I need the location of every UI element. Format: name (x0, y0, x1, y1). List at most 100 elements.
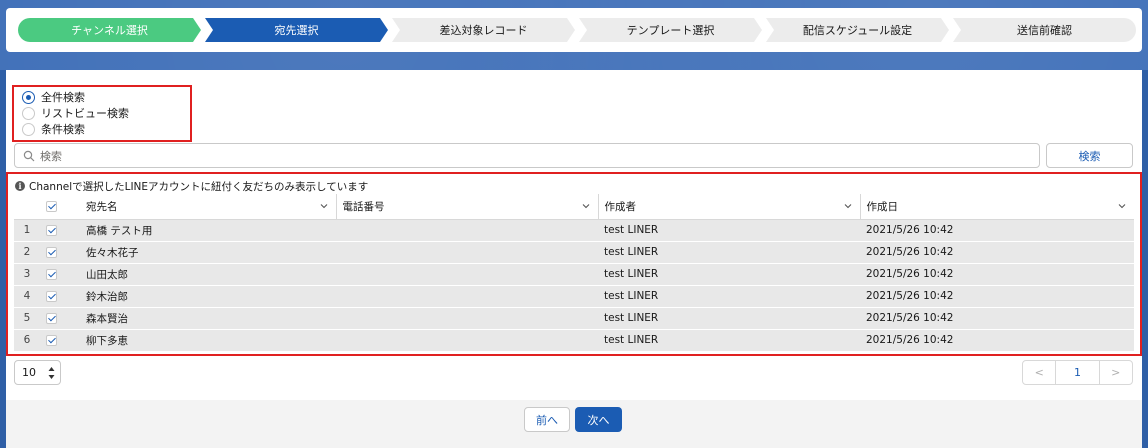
column-label: 作成日 (866, 200, 899, 213)
column-header-owner[interactable]: 作成者 (597, 194, 860, 220)
table-notice: i Channelで選択したLINEアカウントに紐付く友だちのみ表示しています (15, 179, 368, 193)
cell-owner: test LINER (598, 219, 860, 242)
next-button[interactable]: 次へ (575, 407, 622, 432)
row-number: 2 (14, 241, 40, 264)
next-page-button[interactable]: > (1100, 361, 1132, 384)
cell-created: 2021/5/26 10:42 (860, 263, 1134, 286)
info-icon: i (15, 181, 25, 191)
row-checkbox[interactable] (46, 224, 57, 236)
cell-created: 2021/5/26 10:42 (860, 219, 1134, 242)
select-all-checkbox[interactable] (46, 200, 57, 212)
chevron-down-icon[interactable] (844, 202, 852, 210)
scope-option-label: 条件検索 (41, 123, 85, 136)
progress-path-card: チャンネル選択 宛先選択 差込対象レコード テンプレート選択 配信スケジュール設… (6, 8, 1142, 52)
cell-created: 2021/5/26 10:42 (860, 329, 1134, 352)
scope-option-condition[interactable]: 条件検索 (22, 121, 85, 137)
row-checkbox[interactable] (46, 334, 57, 346)
cell-created: 2021/5/26 10:42 (860, 285, 1134, 308)
recipient-table: 宛先名 電話番号 作成者 作成日 1 高橋 テスト用 test LINER 20… (14, 194, 1134, 352)
cell-phone (336, 285, 598, 308)
page-size-stepper[interactable]: 10 (14, 360, 61, 385)
cell-name: 高橋 テスト用 (80, 219, 336, 242)
search-scope-group: 全件検索 リストビュー検索 条件検索 (12, 85, 192, 142)
cell-created: 2021/5/26 10:42 (860, 241, 1134, 264)
current-page[interactable]: 1 (1055, 361, 1100, 384)
row-number: 1 (14, 219, 40, 242)
cell-created: 2021/5/26 10:42 (860, 307, 1134, 330)
table-row[interactable]: 1 高橋 テスト用 test LINER 2021/5/26 10:42 (14, 219, 1134, 242)
step-merge-records[interactable]: 差込対象レコード (392, 18, 575, 42)
prev-page-button[interactable]: < (1023, 361, 1055, 384)
cell-owner: test LINER (598, 263, 860, 286)
row-number: 5 (14, 307, 40, 330)
scope-option-listview[interactable]: リストビュー検索 (22, 105, 129, 121)
search-button[interactable]: 検索 (1046, 143, 1133, 168)
row-number: 3 (14, 263, 40, 286)
row-checkbox[interactable] (46, 246, 57, 258)
step-schedule-setting[interactable]: 配信スケジュール設定 (766, 18, 949, 42)
column-label: 宛先名 (86, 200, 118, 213)
radio-unselected[interactable] (22, 106, 35, 120)
search-icon (23, 150, 35, 162)
scope-option-all[interactable]: 全件検索 (22, 89, 85, 105)
header-row-number (14, 194, 40, 220)
column-header-name[interactable]: 宛先名 (80, 194, 336, 220)
cell-phone (336, 263, 598, 286)
footer-bar: 前へ 次へ (6, 400, 1142, 448)
row-select-cell[interactable] (40, 263, 80, 286)
cell-name: 鈴木治郎 (80, 285, 336, 308)
scope-option-label: 全件検索 (41, 91, 85, 104)
cell-name: 山田太郎 (80, 263, 336, 286)
table-row[interactable]: 6 柳下多恵 test LINER 2021/5/26 10:42 (14, 329, 1134, 352)
row-number: 4 (14, 285, 40, 308)
notice-text: Channelで選択したLINEアカウントに紐付く友だちのみ表示しています (29, 180, 369, 193)
step-template-select[interactable]: テンプレート選択 (579, 18, 762, 42)
column-label: 作成者 (604, 200, 637, 213)
step-recipient-select[interactable]: 宛先選択 (205, 18, 388, 42)
cell-phone (336, 241, 598, 264)
table-header-row: 宛先名 電話番号 作成者 作成日 (14, 194, 1134, 220)
cell-phone (336, 219, 598, 242)
cell-name: 森本賢治 (80, 307, 336, 330)
cell-phone (336, 329, 598, 352)
row-select-cell[interactable] (40, 241, 80, 264)
row-select-cell[interactable] (40, 285, 80, 308)
chevron-down-icon[interactable] (582, 202, 590, 210)
search-input[interactable]: 検索 (14, 143, 1040, 168)
back-button[interactable]: 前へ (524, 407, 570, 432)
row-number: 6 (14, 329, 40, 352)
column-label: 電話番号 (342, 200, 385, 213)
chevron-down-icon[interactable] (1118, 202, 1126, 210)
table-row[interactable]: 3 山田太郎 test LINER 2021/5/26 10:42 (14, 263, 1134, 286)
row-checkbox[interactable] (46, 290, 57, 302)
row-checkbox[interactable] (46, 312, 57, 324)
chevron-down-icon[interactable] (320, 202, 328, 210)
scope-option-label: リストビュー検索 (41, 107, 129, 120)
step-channel-select[interactable]: チャンネル選択 (18, 18, 201, 42)
step-pre-send-confirm[interactable]: 送信前確認 (953, 18, 1136, 42)
main-card: 全件検索 リストビュー検索 条件検索 検索 検索 i Channelで選択したL… (6, 70, 1142, 400)
table-row[interactable]: 2 佐々木花子 test LINER 2021/5/26 10:42 (14, 241, 1134, 264)
cell-owner: test LINER (598, 307, 860, 330)
header-select-all[interactable] (40, 194, 80, 220)
column-header-phone[interactable]: 電話番号 (335, 194, 598, 220)
row-select-cell[interactable] (40, 219, 80, 242)
row-select-cell[interactable] (40, 307, 80, 330)
row-select-cell[interactable] (40, 329, 80, 352)
recipient-table-section: i Channelで選択したLINEアカウントに紐付く友だちのみ表示しています … (6, 172, 1142, 356)
cell-name: 佐々木花子 (80, 241, 336, 264)
column-header-created[interactable]: 作成日 (859, 194, 1134, 220)
radio-unselected[interactable] (22, 122, 35, 136)
radio-selected[interactable] (22, 90, 35, 104)
row-checkbox[interactable] (46, 268, 57, 280)
cell-owner: test LINER (598, 285, 860, 308)
stepper-arrows-icon[interactable] (48, 366, 55, 380)
cell-name: 柳下多恵 (80, 329, 336, 352)
table-row[interactable]: 5 森本賢治 test LINER 2021/5/26 10:42 (14, 307, 1134, 330)
pagination: < 1 > (1022, 360, 1133, 385)
progress-path: チャンネル選択 宛先選択 差込対象レコード テンプレート選択 配信スケジュール設… (18, 18, 1136, 42)
cell-phone (336, 307, 598, 330)
search-placeholder: 検索 (40, 149, 62, 163)
table-row[interactable]: 4 鈴木治郎 test LINER 2021/5/26 10:42 (14, 285, 1134, 308)
cell-owner: test LINER (598, 241, 860, 264)
